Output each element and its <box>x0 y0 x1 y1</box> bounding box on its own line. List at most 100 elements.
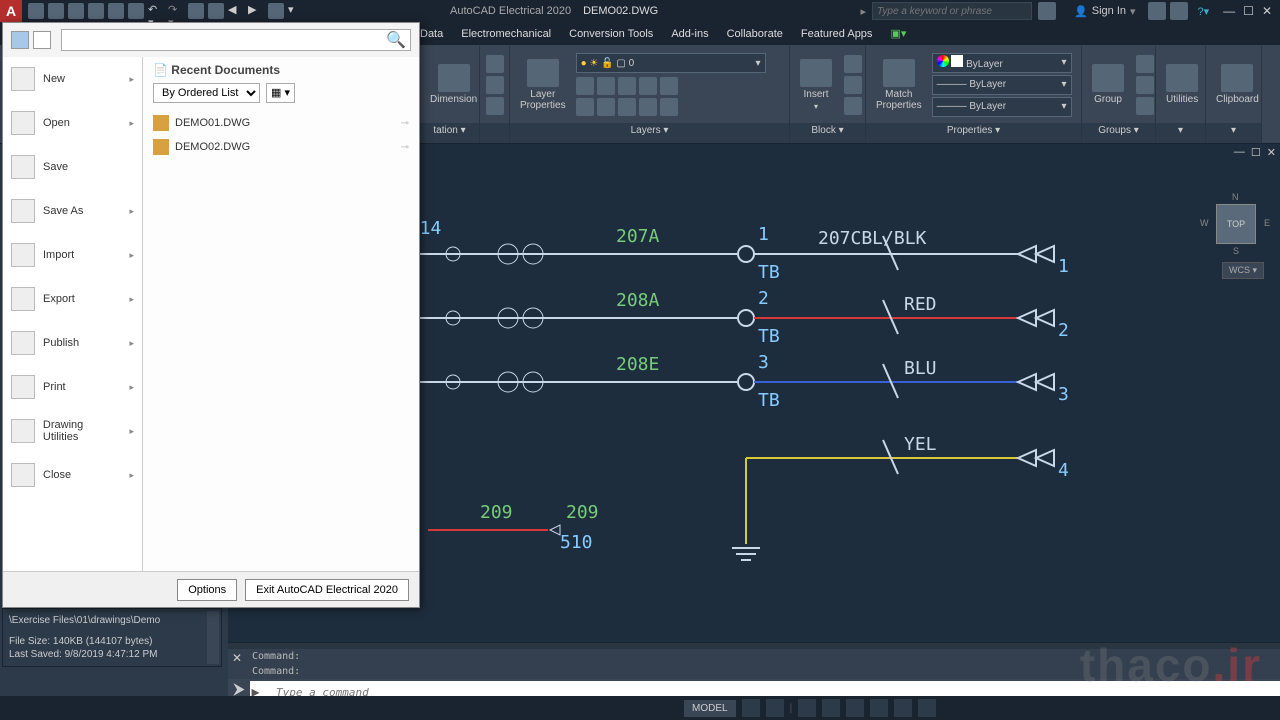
help-icon[interactable]: ?▾ <box>1198 5 1210 18</box>
recent-doc[interactable]: DEMO01.DWG⊸ <box>153 111 409 135</box>
print-icon[interactable] <box>188 3 204 19</box>
panel-annotation-label[interactable]: tation ▾ <box>420 123 479 143</box>
plot-icon[interactable] <box>108 3 124 19</box>
close-icon[interactable]: ✕ <box>1262 4 1272 18</box>
arrow-icon[interactable]: ▸ <box>861 5 867 18</box>
share-icon[interactable] <box>1170 2 1188 20</box>
linetype-selector[interactable]: ——— ByLayer▾ <box>932 75 1072 95</box>
menu-item-new[interactable]: New▸ <box>3 57 142 101</box>
block-btn-2[interactable] <box>844 76 862 94</box>
osnap-toggle-icon[interactable] <box>846 699 864 717</box>
line-style-icon[interactable] <box>486 55 504 73</box>
menu-item-publish[interactable]: Publish▸ <box>3 321 142 365</box>
panel-groups-label[interactable]: Groups ▾ <box>1082 123 1155 143</box>
polar-toggle-icon[interactable] <box>822 699 840 717</box>
menu-item-close[interactable]: Close▸ <box>3 453 142 497</box>
ortho-toggle-icon[interactable] <box>798 699 816 717</box>
maximize-icon[interactable]: ☐ <box>1243 4 1254 18</box>
view-mode-button[interactable]: ▦ ▾ <box>266 83 295 103</box>
block-btn-1[interactable] <box>844 55 862 73</box>
snap-toggle-icon[interactable] <box>766 699 784 717</box>
viewport-maximize-icon[interactable]: ☐ <box>1251 146 1261 159</box>
wcs-selector[interactable]: WCS ▾ <box>1222 262 1264 279</box>
menu-item-save-as[interactable]: Save As▸ <box>3 189 142 233</box>
menu-item-export[interactable]: Export▸ <box>3 277 142 321</box>
app-store-icon[interactable] <box>1038 2 1056 20</box>
options-button[interactable]: Options <box>177 579 237 601</box>
folder-icon[interactable] <box>208 3 224 19</box>
cart-icon[interactable] <box>1148 2 1166 20</box>
arrow-left-icon[interactable]: ◀ <box>228 3 244 19</box>
minimize-icon[interactable]: — <box>1223 4 1235 18</box>
menu-item-print[interactable]: Print▸ <box>3 365 142 409</box>
arrow-right-icon[interactable]: ▶ <box>248 3 264 19</box>
layer-btn-9[interactable] <box>639 98 657 116</box>
pin-icon[interactable]: ⊸ <box>401 142 409 153</box>
group-btn-2[interactable] <box>1136 76 1154 94</box>
tab-featured-apps[interactable]: Featured Apps <box>801 28 873 40</box>
panel-block-label[interactable]: Block ▾ <box>790 123 865 143</box>
save-icon[interactable] <box>68 3 84 19</box>
group-btn-3[interactable] <box>1136 97 1154 115</box>
tab-addins[interactable]: Add-ins <box>671 28 708 40</box>
app-logo[interactable]: A <box>0 0 22 22</box>
recent-doc[interactable]: DEMO02.DWG⊸ <box>153 135 409 159</box>
lineweight-selector[interactable]: ——— ByLayer▾ <box>932 97 1072 117</box>
panel-properties-label[interactable]: Properties ▾ <box>866 123 1081 143</box>
layer-btn-3[interactable] <box>618 77 636 95</box>
viewport-minimize-icon[interactable]: — <box>1234 146 1245 159</box>
tab-conversion-tools[interactable]: Conversion Tools <box>569 28 653 40</box>
saveas-icon[interactable] <box>88 3 104 19</box>
tool-icon[interactable] <box>268 3 284 19</box>
scrollbar[interactable] <box>207 611 219 664</box>
viewcube[interactable]: N S E W TOP <box>1206 194 1266 254</box>
match-properties-button[interactable]: Match Properties <box>870 55 928 115</box>
close-cmd-icon[interactable]: ✕ <box>232 651 242 665</box>
qat-dropdown-icon[interactable]: ▾ <box>288 3 304 19</box>
utilities-button[interactable]: Utilities <box>1160 60 1204 109</box>
dimension-button[interactable]: Dimension <box>424 60 483 109</box>
menu-search-input[interactable]: 🔍 <box>61 29 411 51</box>
layer-btn-5[interactable] <box>660 77 678 95</box>
pin-icon[interactable]: ⊸ <box>401 118 409 129</box>
layer-btn-6[interactable] <box>576 98 594 116</box>
tab-data[interactable]: Data <box>420 28 443 40</box>
signin-button[interactable]: 👤 Sign In ▾ <box>1074 5 1135 18</box>
insert-button[interactable]: Insert▾ <box>794 55 838 115</box>
layer-selector[interactable]: ● ☀ 🔓 ▢ 0▾ <box>576 53 766 73</box>
layer-btn-7[interactable] <box>597 98 615 116</box>
layer-properties-button[interactable]: Layer Properties <box>514 55 572 115</box>
group-btn-1[interactable] <box>1136 55 1154 73</box>
cloud-icon[interactable] <box>128 3 144 19</box>
sort-selector[interactable]: By Ordered List <box>153 83 260 103</box>
grid-toggle-icon[interactable] <box>742 699 760 717</box>
menu-item-drawing-utilities[interactable]: Drawing Utilities▸ <box>3 409 142 453</box>
group-button[interactable]: Group <box>1086 60 1130 109</box>
exit-button[interactable]: Exit AutoCAD Electrical 2020 <box>245 579 409 601</box>
transparency-toggle-icon[interactable] <box>918 699 936 717</box>
menu-item-open[interactable]: Open▸ <box>3 101 142 145</box>
layer-btn-10[interactable] <box>660 98 678 116</box>
open-icon[interactable] <box>48 3 64 19</box>
table-icon[interactable] <box>486 76 504 94</box>
block-btn-3[interactable] <box>844 97 862 115</box>
menu-item-import[interactable]: Import▸ <box>3 233 142 277</box>
tab-electromechanical[interactable]: Electromechanical <box>461 28 551 40</box>
tab-extra-icon[interactable]: ▣▾ <box>890 27 906 40</box>
layer-btn-2[interactable] <box>597 77 615 95</box>
menu-item-save[interactable]: Save <box>3 145 142 189</box>
view-small-icons-toggle[interactable] <box>11 31 29 49</box>
tab-collaborate[interactable]: Collaborate <box>727 28 783 40</box>
view-large-icons-toggle[interactable] <box>33 31 51 49</box>
grid-icon[interactable] <box>486 97 504 115</box>
layer-btn-8[interactable] <box>618 98 636 116</box>
undo-icon[interactable]: ↶ ▾ <box>148 3 164 19</box>
otrack-toggle-icon[interactable] <box>870 699 888 717</box>
panel-clipboard-dropdown[interactable]: ▾ <box>1206 123 1261 143</box>
layer-btn-1[interactable] <box>576 77 594 95</box>
viewport-close-icon[interactable]: ✕ <box>1267 146 1276 159</box>
new-icon[interactable] <box>28 3 44 19</box>
lineweight-toggle-icon[interactable] <box>894 699 912 717</box>
panel-layers-label[interactable]: Layers ▾ <box>510 123 789 143</box>
color-selector[interactable]: ByLayer▾ <box>932 53 1072 73</box>
